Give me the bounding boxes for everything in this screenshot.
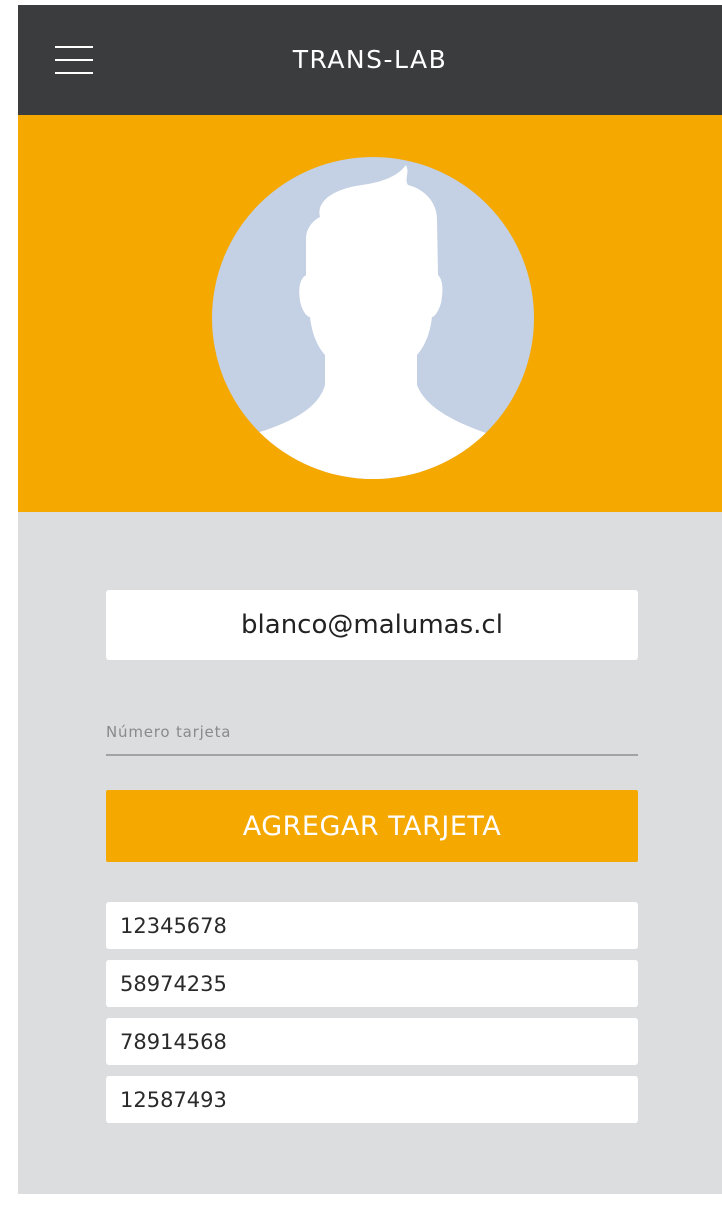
app-screen: TRANS-LAB blanco@malumas.cl AGREGAR TARJ… [18,5,722,1194]
app-title: TRANS-LAB [292,45,448,74]
card-list-item[interactable]: 58974235 [106,960,638,1007]
card-number-text: 12345678 [120,913,227,938]
card-list: 12345678 58974235 78914568 12587493 [106,902,638,1134]
profile-hero [18,115,722,512]
card-list-item[interactable]: 78914568 [106,1018,638,1065]
user-email-text: blanco@malumas.cl [241,610,503,640]
card-number-text: 58974235 [120,971,227,996]
card-number-input[interactable] [106,710,638,756]
user-email-display: blanco@malumas.cl [106,590,638,660]
top-app-bar: TRANS-LAB [18,5,722,115]
card-list-item[interactable]: 12587493 [106,1076,638,1123]
add-card-button[interactable]: AGREGAR TARJETA [106,790,638,862]
card-list-item[interactable]: 12345678 [106,902,638,949]
card-number-text: 78914568 [120,1029,227,1054]
card-number-text: 12587493 [120,1087,227,1112]
default-user-avatar-icon [212,157,534,479]
